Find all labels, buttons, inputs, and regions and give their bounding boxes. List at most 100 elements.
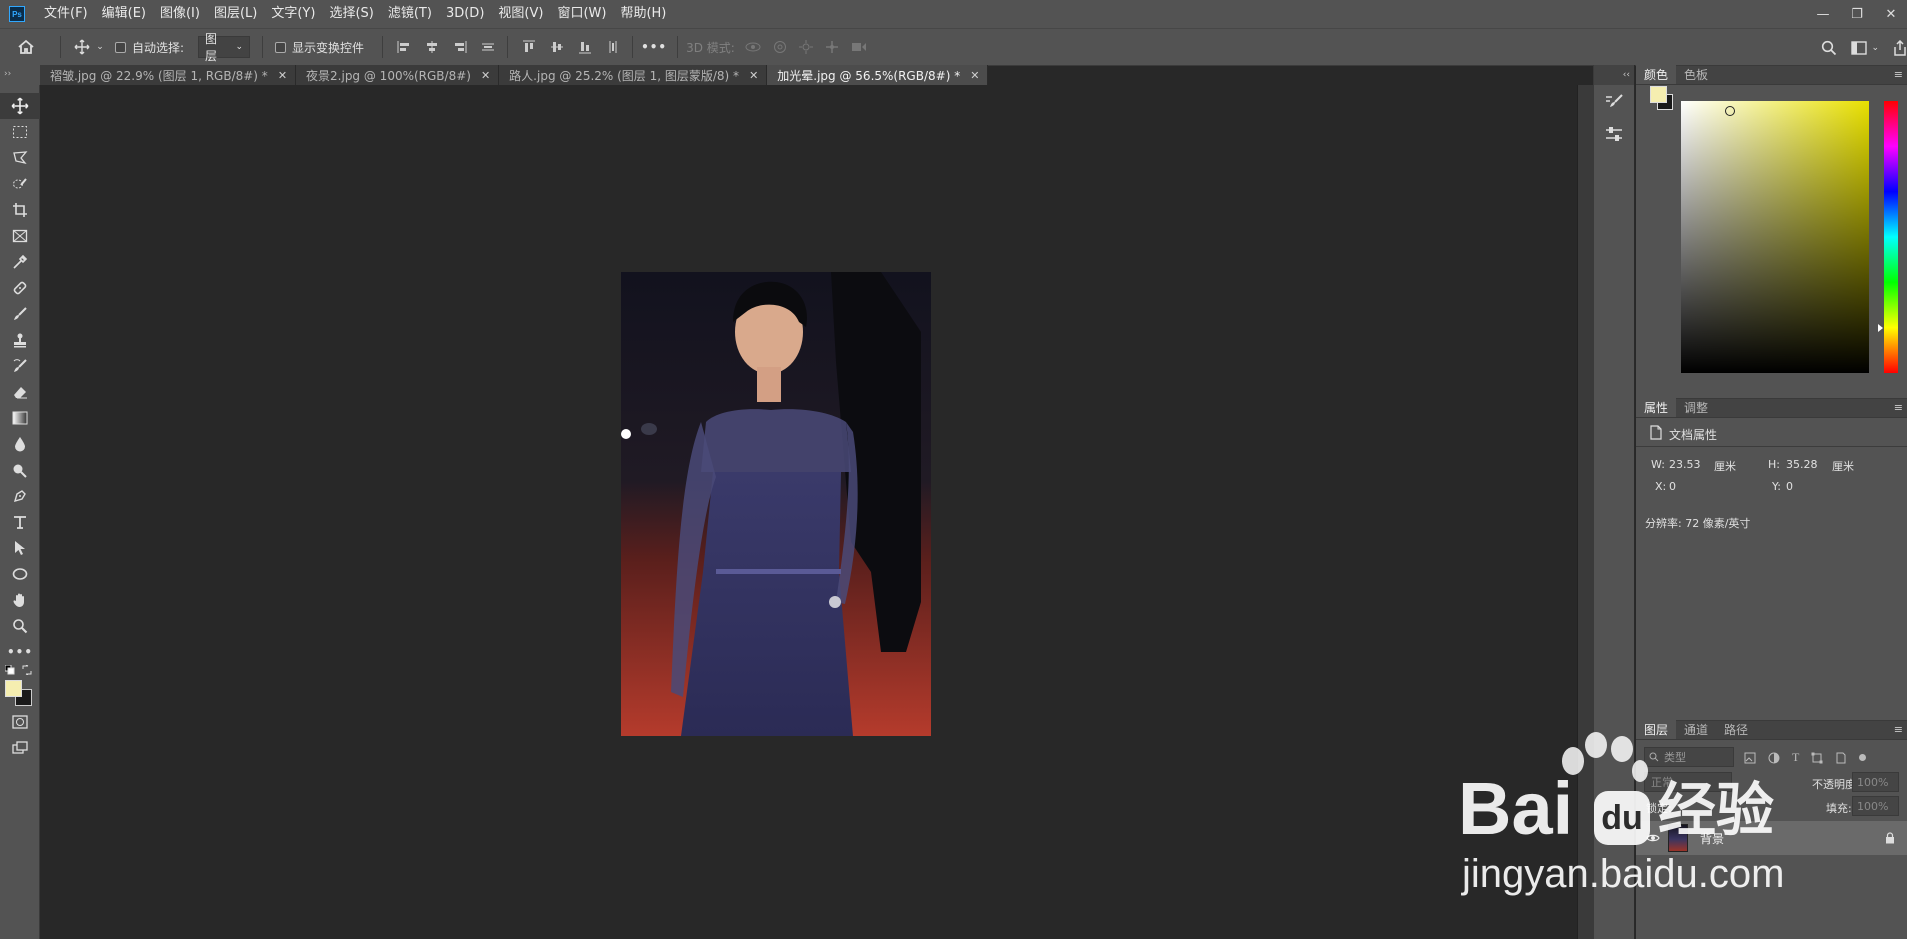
vertical-scrollbar[interactable] <box>1577 85 1593 939</box>
quick-mask-button[interactable] <box>0 709 40 735</box>
more-options-button[interactable]: ••• <box>641 40 667 54</box>
foreground-color-swatch[interactable] <box>5 680 22 697</box>
menu-edit[interactable]: 编辑(E) <box>95 0 153 28</box>
show-transform-checkbox[interactable] <box>275 41 287 53</box>
quick-select-tool[interactable] <box>0 171 40 197</box>
menu-select[interactable]: 选择(S) <box>322 0 380 28</box>
panel-menu-icon[interactable]: ≡ <box>1894 401 1903 414</box>
tab-channels[interactable]: 通道 <box>1676 719 1716 739</box>
menu-file[interactable]: 文件(F) <box>37 0 95 28</box>
restore-button[interactable]: ❐ <box>1847 4 1867 24</box>
collapse-arrows-icon[interactable]: ‹‹ <box>1623 70 1630 80</box>
align-left-icon[interactable] <box>397 40 411 54</box>
tab-properties[interactable]: 属性 <box>1636 397 1677 417</box>
default-colors-icon[interactable] <box>5 665 15 675</box>
blend-mode-select[interactable]: 正常 <box>1644 772 1732 792</box>
menu-view[interactable]: 视图(V) <box>491 0 550 28</box>
tab-swatches[interactable]: 色板 <box>1676 64 1716 84</box>
hue-slider-handle[interactable] <box>1878 324 1883 332</box>
align-hcenter-icon[interactable] <box>425 40 439 54</box>
layer-row[interactable]: 背景 <box>1636 821 1907 855</box>
filter-pixel-icon[interactable] <box>1744 752 1756 764</box>
layer-name[interactable]: 背景 <box>1700 830 1724 847</box>
menu-3d[interactable]: 3D(D) <box>439 0 491 28</box>
eyedropper-tool[interactable] <box>0 249 40 275</box>
filter-smart-object-icon[interactable] <box>1835 752 1847 764</box>
collapse-arrows-icon[interactable]: ›› <box>4 69 11 79</box>
color-panel-foreground-swatch[interactable] <box>1650 86 1667 103</box>
tab-color[interactable]: 颜色 <box>1636 64 1677 84</box>
y-value[interactable]: 0 <box>1786 480 1793 493</box>
panel-menu-icon[interactable]: ≡ <box>1894 723 1903 736</box>
search-icon[interactable] <box>1821 40 1837 56</box>
close-icon[interactable]: ✕ <box>749 69 758 82</box>
filter-adjustment-icon[interactable] <box>1768 752 1780 764</box>
close-button[interactable]: ✕ <box>1881 4 1901 24</box>
minimize-button[interactable]: — <box>1813 4 1833 24</box>
document-tab[interactable]: 夜景2.jpg @ 100%(RGB/8#) ✕ <box>296 65 500 85</box>
blur-tool[interactable] <box>0 431 40 457</box>
scale-3d-icon[interactable] <box>851 40 867 54</box>
color-picker-cursor[interactable] <box>1725 106 1735 116</box>
frame-tool[interactable] <box>0 223 40 249</box>
close-icon[interactable]: ✕ <box>970 69 979 82</box>
height-value[interactable]: 35.28 <box>1786 458 1818 471</box>
distribute-vertical-icon[interactable] <box>606 40 620 54</box>
align-bottom-icon[interactable] <box>578 40 592 54</box>
auto-select-target-select[interactable]: 图层 ⌄ <box>198 32 251 63</box>
opacity-input[interactable]: 100% <box>1852 772 1899 792</box>
hue-slider[interactable] <box>1878 101 1898 373</box>
panel-menu-icon[interactable]: ≡ <box>1894 68 1903 81</box>
adjustment-settings-button[interactable] <box>1594 119 1634 149</box>
align-right-icon[interactable] <box>453 40 467 54</box>
history-brush-tool[interactable] <box>0 353 40 379</box>
eraser-tool[interactable] <box>0 379 40 405</box>
edit-toolbar-button[interactable]: ••• <box>0 639 40 665</box>
move-tool-preset[interactable]: ⌄ <box>69 39 109 55</box>
menu-window[interactable]: 窗口(W) <box>550 0 613 28</box>
orbit-3d-icon[interactable] <box>745 40 761 54</box>
path-selection-tool[interactable] <box>0 535 40 561</box>
close-icon[interactable]: ✕ <box>278 69 287 82</box>
filter-toggle-icon[interactable] <box>1859 754 1867 761</box>
pan-3d-icon[interactable] <box>798 40 813 54</box>
type-tool[interactable] <box>0 509 40 535</box>
tab-paths[interactable]: 路径 <box>1716 719 1756 739</box>
menu-filter[interactable]: 滤镜(T) <box>381 0 439 28</box>
distribute-icon[interactable] <box>481 40 495 54</box>
marquee-tool[interactable] <box>0 119 40 145</box>
brush-settings-button[interactable] <box>1594 85 1634 119</box>
lasso-tool[interactable] <box>0 145 40 171</box>
fill-input[interactable]: 100% <box>1852 796 1899 816</box>
document-tab[interactable]: 路人.jpg @ 25.2% (图层 1, 图层蒙版/8) * ✕ <box>499 65 768 85</box>
slide-3d-icon[interactable] <box>825 40 839 54</box>
color-picker-field[interactable] <box>1681 101 1869 373</box>
share-icon[interactable] <box>1893 40 1907 56</box>
move-tool[interactable] <box>0 93 40 119</box>
brush-tool[interactable] <box>0 301 40 327</box>
swap-colors-icon[interactable] <box>22 665 32 675</box>
close-icon[interactable]: ✕ <box>481 69 490 82</box>
layer-filter-select[interactable]: 类型 <box>1644 747 1734 767</box>
eye-icon[interactable] <box>1646 833 1660 843</box>
screen-mode-button[interactable] <box>0 735 40 761</box>
align-vcenter-icon[interactable] <box>550 40 564 54</box>
crop-tool[interactable] <box>0 197 40 223</box>
roll-3d-icon[interactable] <box>773 40 787 54</box>
tab-adjustments[interactable]: 调整 <box>1676 397 1716 417</box>
healing-brush-tool[interactable] <box>0 275 40 301</box>
canvas-area[interactable] <box>40 85 1577 939</box>
hand-tool[interactable] <box>0 587 40 613</box>
document-tab-active[interactable]: 加光晕.jpg @ 56.5%(RGB/8#) * ✕ <box>767 65 989 85</box>
gradient-tool[interactable] <box>0 405 40 431</box>
pen-tool[interactable] <box>0 483 40 509</box>
ellipse-tool[interactable] <box>0 561 40 587</box>
filter-type-icon[interactable]: T <box>1792 750 1799 765</box>
menu-help[interactable]: 帮助(H) <box>613 0 673 28</box>
dodge-tool[interactable] <box>0 457 40 483</box>
workspace-switcher[interactable]: ⌄ <box>1851 41 1879 55</box>
auto-select-checkbox[interactable] <box>115 41 126 53</box>
menu-type[interactable]: 文字(Y) <box>264 0 322 28</box>
clone-stamp-tool[interactable] <box>0 327 40 353</box>
home-button[interactable] <box>0 39 52 55</box>
